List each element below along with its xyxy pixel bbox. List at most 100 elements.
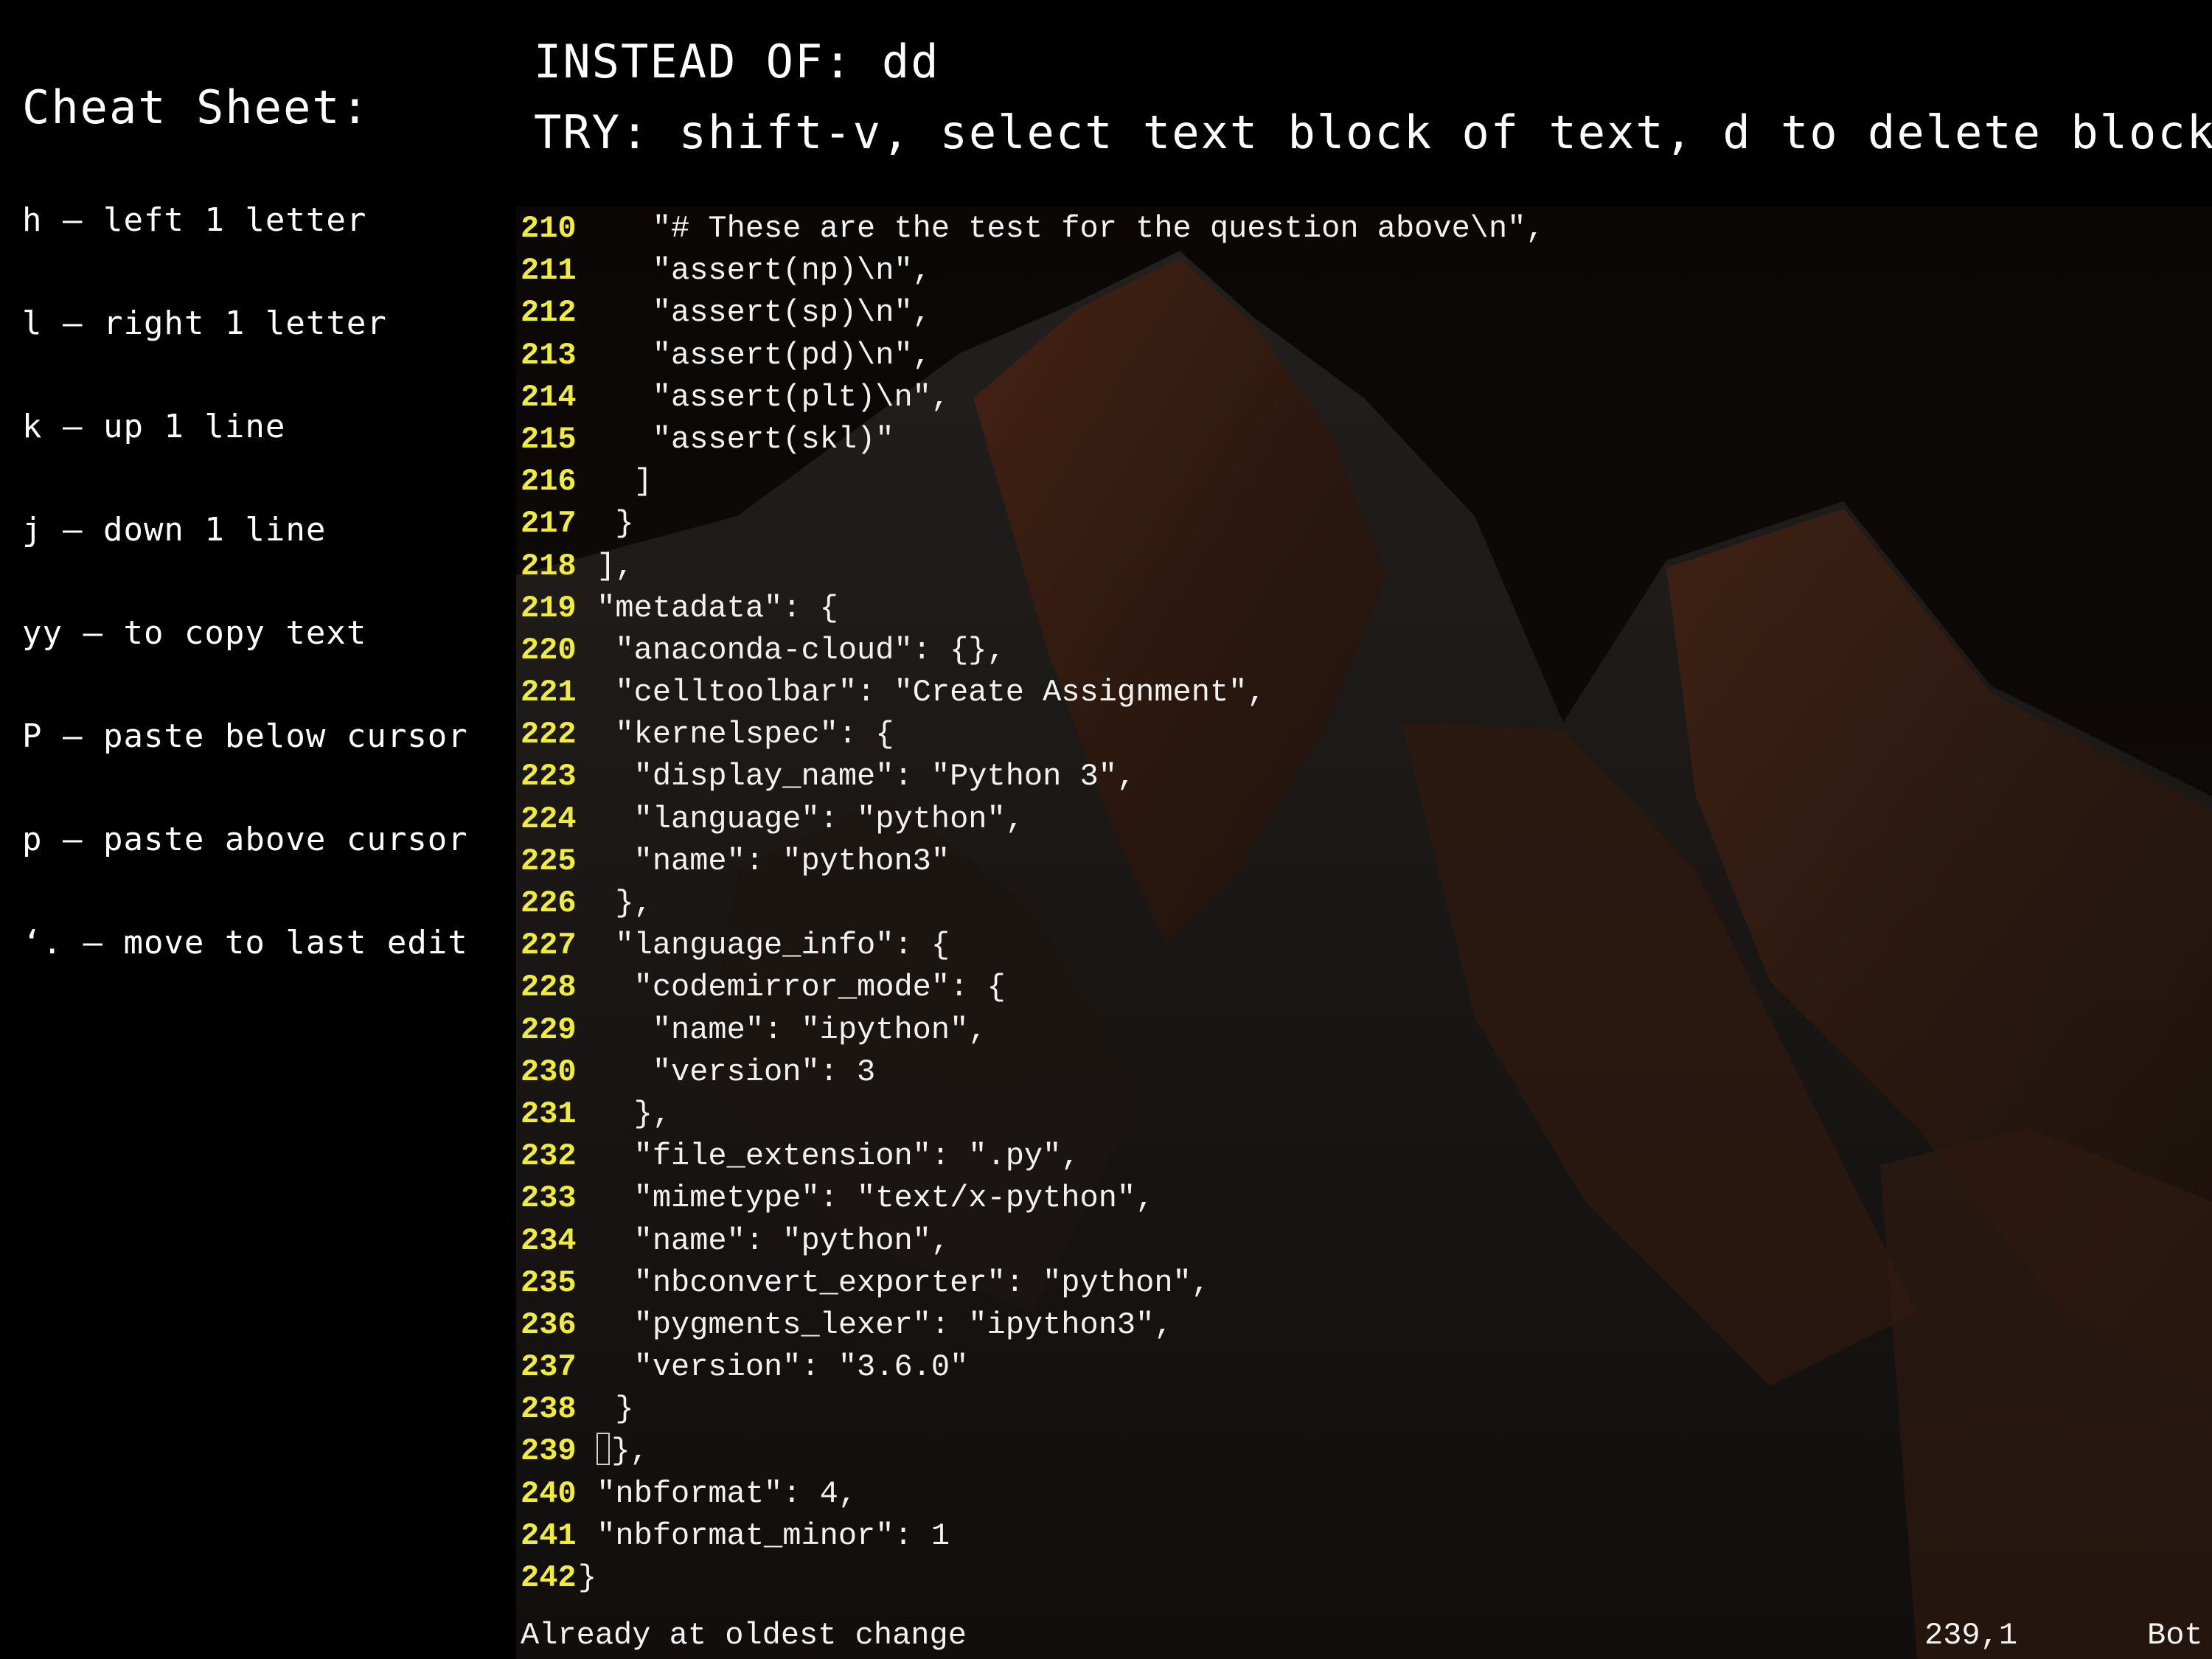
- scroll-indicator: Bot: [2147, 1618, 2203, 1653]
- line-text[interactable]: ]: [578, 464, 653, 499]
- line-number: 236: [521, 1307, 577, 1343]
- code-line[interactable]: 214 "assert(plt)\n",: [521, 377, 1545, 419]
- line-number: 227: [521, 928, 577, 964]
- code-line[interactable]: 229 "name": "ipython",: [521, 1009, 1545, 1051]
- line-number: 234: [521, 1222, 577, 1259]
- line-text[interactable]: "celltoolbar": "Create Assignment",: [578, 675, 1265, 710]
- line-number: 222: [521, 717, 577, 753]
- terminal-window[interactable]: 210 "# These are the test for the questi…: [516, 206, 2212, 1659]
- code-buffer[interactable]: 210 "# These are the test for the questi…: [521, 208, 1545, 1599]
- code-line[interactable]: 237 "version": "3.6.0": [521, 1346, 1545, 1388]
- code-line[interactable]: 230 "version": 3: [521, 1051, 1545, 1093]
- code-line[interactable]: 219 "metadata": {: [521, 588, 1545, 630]
- line-text[interactable]: "kernelspec": {: [578, 717, 894, 752]
- code-line[interactable]: 234 "name": "python",: [521, 1220, 1545, 1262]
- code-line[interactable]: 213 "assert(pd)\n",: [521, 335, 1545, 377]
- code-line[interactable]: 220 "anaconda-cloud": {},: [521, 630, 1545, 672]
- line-text[interactable]: "name": "python3": [578, 844, 950, 879]
- cheat-sheet-item: ‘. – move to last edit: [22, 924, 468, 961]
- line-number: 216: [521, 464, 577, 500]
- line-number: 220: [521, 632, 577, 668]
- line-number: 235: [521, 1265, 577, 1301]
- line-text[interactable]: "language_info": {: [578, 928, 950, 963]
- line-text[interactable]: "name": "ipython",: [578, 1012, 987, 1048]
- cheat-sheet-item: l – right 1 letter: [22, 305, 387, 342]
- line-text[interactable]: "nbformat": 4,: [578, 1476, 857, 1512]
- line-text[interactable]: ],: [578, 549, 633, 584]
- line-text[interactable]: "nbformat_minor": 1: [578, 1518, 950, 1554]
- cheat-sheet-item: p – paste above cursor: [22, 821, 468, 858]
- code-line[interactable]: 232 "file_extension": ".py",: [521, 1135, 1545, 1178]
- code-line[interactable]: 227 "language_info": {: [521, 925, 1545, 967]
- code-line[interactable]: 216 ]: [521, 461, 1545, 503]
- code-line[interactable]: 231 },: [521, 1093, 1545, 1135]
- line-text[interactable]: },: [611, 1433, 648, 1469]
- code-line[interactable]: 236 "pygments_lexer": "ipython3",: [521, 1304, 1545, 1346]
- line-number: 219: [521, 590, 577, 626]
- code-line[interactable]: 211 "assert(np)\n",: [521, 250, 1545, 292]
- line-text[interactable]: "nbconvert_exporter": "python",: [578, 1265, 1210, 1301]
- code-line[interactable]: 235 "nbconvert_exporter": "python",: [521, 1262, 1545, 1304]
- line-number: 212: [521, 295, 577, 331]
- code-line[interactable]: 228 "codemirror_mode": {: [521, 967, 1545, 1009]
- line-text[interactable]: "assert(skl)": [578, 422, 894, 457]
- vim-status-line: Already at oldest change 239,1 Bot: [521, 1615, 2203, 1656]
- code-line[interactable]: 233 "mimetype": "text/x-python",: [521, 1178, 1545, 1220]
- line-number: 215: [521, 421, 577, 457]
- code-line[interactable]: 226 },: [521, 883, 1545, 925]
- line-text[interactable]: },: [578, 886, 652, 921]
- line-text[interactable]: "version": "3.6.0": [578, 1349, 969, 1385]
- line-text[interactable]: "pygments_lexer": "ipython3",: [578, 1307, 1173, 1343]
- line-text[interactable]: "version": 3: [578, 1054, 875, 1090]
- line-text[interactable]: "# These are the test for the question a…: [578, 211, 1545, 246]
- code-line[interactable]: 215 "assert(skl)": [521, 419, 1545, 461]
- code-line[interactable]: 241 "nbformat_minor": 1: [521, 1515, 1545, 1557]
- code-line[interactable]: 222 "kernelspec": {: [521, 714, 1545, 756]
- cheat-sheet-title: Cheat Sheet:: [22, 80, 370, 134]
- line-text[interactable]: }: [578, 1391, 633, 1427]
- line-number: 231: [521, 1096, 577, 1132]
- code-line-current[interactable]: 239 },: [521, 1430, 1545, 1472]
- line-text[interactable]: "mimetype": "text/x-python",: [578, 1180, 1155, 1216]
- cheat-sheet-item: k – up 1 line: [22, 408, 286, 445]
- line-text[interactable]: "name": "python",: [578, 1223, 950, 1259]
- code-line[interactable]: 210 "# These are the test for the questi…: [521, 208, 1545, 250]
- line-text[interactable]: "assert(pd)\n",: [578, 338, 931, 373]
- cheat-sheet-list: h – left 1 letter l – right 1 letter k –…: [22, 195, 468, 1020]
- code-line[interactable]: 225 "name": "python3": [521, 841, 1545, 883]
- code-line[interactable]: 224 "language": "python",: [521, 799, 1545, 841]
- line-number: 232: [521, 1138, 577, 1175]
- line-text[interactable]: "assert(sp)\n",: [578, 295, 931, 330]
- line-text[interactable]: "display_name": "Python 3",: [578, 759, 1136, 794]
- code-line[interactable]: 218 ],: [521, 546, 1545, 588]
- line-text[interactable]: "codemirror_mode": {: [578, 970, 1006, 1005]
- line-text[interactable]: "language": "python",: [578, 801, 1024, 837]
- cheat-sheet-panel: Cheat Sheet: h – left 1 letter l – right…: [0, 0, 509, 1659]
- line-number: 211: [521, 253, 577, 289]
- code-line[interactable]: 240 "nbformat": 4,: [521, 1473, 1545, 1515]
- cheat-sheet-item: yy – to copy text: [22, 614, 367, 652]
- code-line[interactable]: 212 "assert(sp)\n",: [521, 292, 1545, 334]
- line-number: 225: [521, 843, 577, 879]
- line-text[interactable]: }: [578, 506, 633, 541]
- line-text[interactable]: }: [578, 1560, 597, 1596]
- code-line[interactable]: 238 }: [521, 1388, 1545, 1430]
- line-text[interactable]: "file_extension": ".py",: [578, 1138, 1080, 1174]
- line-text[interactable]: },: [578, 1096, 671, 1132]
- line-text[interactable]: "metadata": {: [578, 591, 838, 626]
- code-line[interactable]: 242}: [521, 1557, 1545, 1599]
- line-text[interactable]: "assert(np)\n",: [578, 253, 931, 288]
- line-number: 240: [521, 1475, 577, 1512]
- tip-banner: INSTEAD OF: dd TRY: shift-v, select text…: [534, 27, 2212, 168]
- line-number: 230: [521, 1054, 577, 1090]
- code-line[interactable]: 221 "celltoolbar": "Create Assignment",: [521, 672, 1545, 714]
- code-line[interactable]: 217 }: [521, 503, 1545, 545]
- line-number: 210: [521, 211, 577, 246]
- line-text[interactable]: "assert(plt)\n",: [578, 380, 950, 415]
- line-number: 242: [521, 1560, 577, 1596]
- status-message: Already at oldest change: [521, 1618, 967, 1653]
- line-number: 238: [521, 1391, 577, 1427]
- line-text[interactable]: "anaconda-cloud": {},: [578, 633, 1005, 668]
- code-line[interactable]: 223 "display_name": "Python 3",: [521, 756, 1545, 798]
- line-number: 226: [521, 886, 577, 921]
